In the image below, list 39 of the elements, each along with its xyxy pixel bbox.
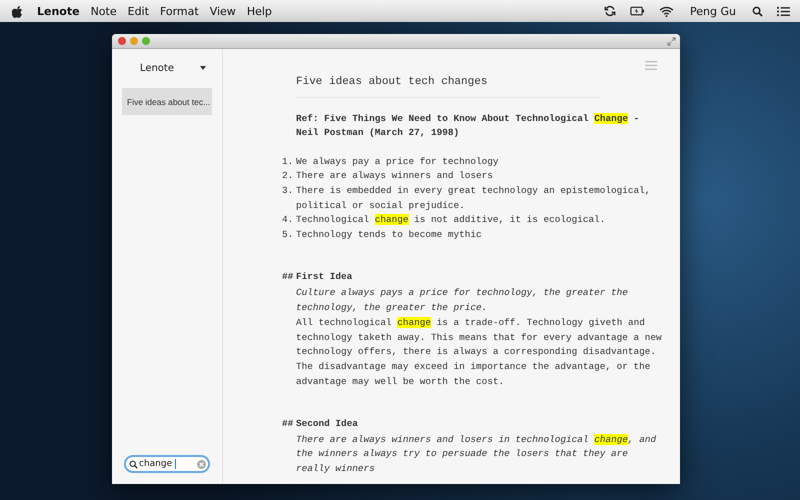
section-heading: First Idea (296, 270, 352, 284)
list-number: 4. (282, 213, 294, 228)
battery-icon[interactable] (630, 6, 646, 16)
search-icon (129, 460, 138, 468)
quote-text: There are always winners and losers in technological change, and the winners always try to persuade the losers that they are really winners (296, 432, 658, 476)
section-heading: Second Idea (296, 417, 358, 432)
menu-item[interactable]: Note (90, 4, 117, 18)
reference-text: Ref: Five Things We Need to Know About Technological Change - Neil Postman (March 27, 1998) (296, 112, 640, 140)
dropdown-caret-icon (200, 66, 206, 70)
list-number: 5. (282, 228, 294, 242)
app-menu[interactable]: Lenote (37, 4, 80, 18)
quote-text: Culture always pays a price for technology, the greater the technology, the greater the price. (296, 286, 629, 315)
paragraph: All technological change is a trade-off. Technology giveth and technology taketh away. This means that for every advantage a new technology offers, there is always a corresponding disadvantage. The disadvantage may exceed in importance the advantage, or the advantage may well be worth the cost. (296, 316, 663, 388)
user-name[interactable]: Peng Gu (690, 4, 736, 18)
wifi-icon[interactable] (659, 6, 674, 16)
search-icon[interactable] (752, 6, 763, 16)
menu-item[interactable]: Format (160, 4, 199, 18)
apple-logo-icon[interactable] (12, 4, 23, 18)
menu-item[interactable]: View (210, 4, 236, 18)
list-number: 1. (282, 154, 294, 169)
list-icon[interactable] (777, 6, 790, 16)
list-number: 3. (282, 184, 294, 198)
list-number: 2. (282, 169, 294, 184)
heading-marker: ## (282, 417, 294, 432)
note-list-item[interactable]: Five ideas about tec... (122, 88, 212, 115)
note-title[interactable]: Five ideas about tech changes (296, 75, 601, 98)
list-item-text: There is embedded in every great technology an epistemological, political or social prejudice. (296, 184, 652, 213)
sync-icon[interactable] (604, 5, 616, 17)
heading-marker: ## (282, 270, 294, 284)
notebook-dropdown[interactable]: Lenote (122, 61, 212, 75)
close-button[interactable] (118, 37, 126, 45)
menu-item[interactable]: Edit (128, 4, 149, 18)
fullscreen-icon[interactable] (667, 36, 676, 46)
list-item-text: Technology tends to become mythic (296, 228, 482, 242)
list-item-text: Technological change is not additive, it is ecological. (296, 213, 606, 228)
list-item-text: We always pay a price for technology (296, 154, 499, 169)
search-field[interactable]: change (124, 455, 210, 473)
menu-item[interactable]: Help (246, 4, 272, 18)
list-item-text: There are always winners and losers (296, 169, 493, 184)
